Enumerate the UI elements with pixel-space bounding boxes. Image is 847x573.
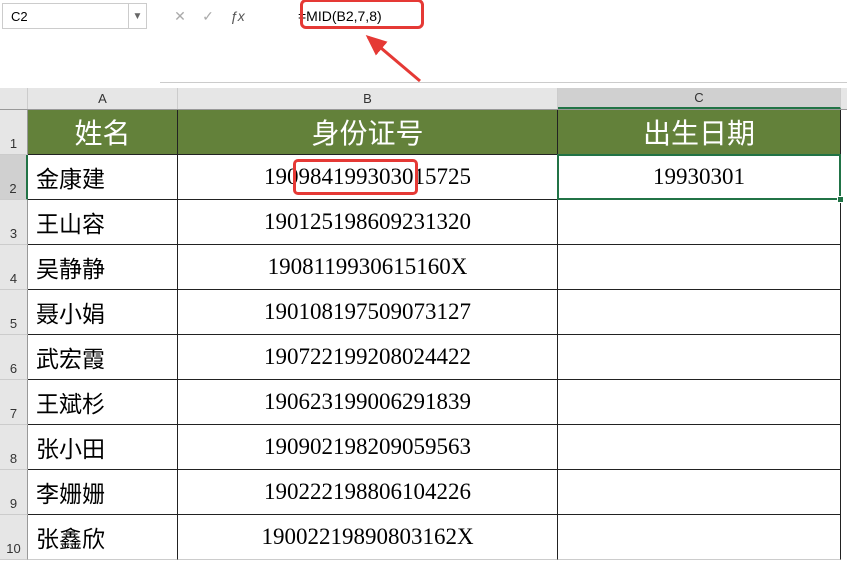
cell-id[interactable]: 190623199006291839 bbox=[178, 380, 558, 425]
formula-text: =MID(B2,7,8) bbox=[298, 8, 382, 24]
table-row: 5 聂小娟 190108197509073127 bbox=[0, 290, 847, 335]
row-header[interactable]: 2 bbox=[0, 155, 28, 200]
row-header[interactable]: 10 bbox=[0, 515, 28, 560]
enter-formula-button[interactable]: ✓ bbox=[198, 6, 218, 26]
row-header[interactable]: 6 bbox=[0, 335, 28, 380]
cell-name[interactable]: 武宏霞 bbox=[28, 335, 178, 380]
data-grid: 1 姓名 身份证号 出生日期 2 金康建 190984199303015725 … bbox=[0, 110, 847, 560]
row-header[interactable]: 5 bbox=[0, 290, 28, 335]
cell-name[interactable]: 吴静静 bbox=[28, 245, 178, 290]
table-header-row: 1 姓名 身份证号 出生日期 bbox=[0, 110, 847, 155]
cell-id[interactable]: 190984199303015725 bbox=[178, 155, 558, 200]
select-all-corner[interactable] bbox=[0, 88, 28, 109]
table-row: 9 李姗姗 190222198806104226 bbox=[0, 470, 847, 515]
cell-birthdate[interactable] bbox=[558, 515, 841, 560]
header-cell-name[interactable]: 姓名 bbox=[28, 110, 178, 155]
annotation-arrow-icon bbox=[360, 33, 430, 88]
cell-name[interactable]: 金康建 bbox=[28, 155, 178, 200]
cell-birthdate[interactable] bbox=[558, 335, 841, 380]
table-row: 10 张鑫欣 19002219890803162X bbox=[0, 515, 847, 560]
cell-id[interactable]: 19002219890803162X bbox=[178, 515, 558, 560]
cell-id[interactable]: 190722199208024422 bbox=[178, 335, 558, 380]
column-header-B[interactable]: B bbox=[178, 88, 558, 109]
table-row: 4 吴静静 19081199306151​60X bbox=[0, 245, 847, 290]
formula-toolbar: ✕ ✓ ƒx bbox=[170, 3, 249, 29]
column-header-C[interactable]: C bbox=[558, 88, 841, 109]
cell-birthdate[interactable] bbox=[558, 290, 841, 335]
table-row: 2 金康建 190984199303015725 19930301 bbox=[0, 155, 847, 200]
table-row: 8 张小田 190902198209059563 bbox=[0, 425, 847, 470]
table-row: 6 武宏霞 190722199208024422 bbox=[0, 335, 847, 380]
fx-icon[interactable]: ƒx bbox=[230, 8, 245, 24]
header-cell-id[interactable]: 身份证号 bbox=[178, 110, 558, 155]
cell-name[interactable]: 王斌杉 bbox=[28, 380, 178, 425]
name-box-value: C2 bbox=[3, 9, 128, 24]
cell-name[interactable]: 王山容 bbox=[28, 200, 178, 245]
cell-birthdate[interactable] bbox=[558, 200, 841, 245]
cell-name[interactable]: 张小田 bbox=[28, 425, 178, 470]
name-box[interactable]: C2 ▼ bbox=[2, 3, 147, 29]
row-header[interactable]: 9 bbox=[0, 470, 28, 515]
row-header[interactable]: 3 bbox=[0, 200, 28, 245]
table-row: 7 王斌杉 190623199006291839 bbox=[0, 380, 847, 425]
column-headers: A B C bbox=[0, 88, 847, 110]
cell-birthdate[interactable] bbox=[558, 245, 841, 290]
formula-bar[interactable]: =MID(B2,7,8) bbox=[290, 3, 840, 29]
formula-bar-divider bbox=[160, 82, 847, 83]
cell-birthdate[interactable] bbox=[558, 380, 841, 425]
cell-id[interactable]: 190222198806104226 bbox=[178, 470, 558, 515]
row-header[interactable]: 1 bbox=[0, 110, 28, 155]
cell-name[interactable]: 张鑫欣 bbox=[28, 515, 178, 560]
cell-birthdate[interactable] bbox=[558, 425, 841, 470]
chevron-down-icon[interactable]: ▼ bbox=[128, 4, 146, 28]
row-header[interactable]: 4 bbox=[0, 245, 28, 290]
cancel-formula-button[interactable]: ✕ bbox=[170, 6, 190, 26]
cell-birthdate[interactable] bbox=[558, 470, 841, 515]
cell-name[interactable]: 聂小娟 bbox=[28, 290, 178, 335]
cell-name[interactable]: 李姗姗 bbox=[28, 470, 178, 515]
spreadsheet-grid: A B C 1 姓名 身份证号 出生日期 2 金康建 1909841993030… bbox=[0, 88, 847, 560]
cell-id[interactable]: 190125198609231320 bbox=[178, 200, 558, 245]
row-header[interactable]: 7 bbox=[0, 380, 28, 425]
cell-id[interactable]: 190902198209059563 bbox=[178, 425, 558, 470]
cell-id[interactable]: 19081199306151​60X bbox=[178, 245, 558, 290]
table-row: 3 王山容 190125198609231320 bbox=[0, 200, 847, 245]
row-header[interactable]: 8 bbox=[0, 425, 28, 470]
header-cell-birthdate[interactable]: 出生日期 bbox=[558, 110, 841, 155]
cell-id[interactable]: 190108197509073127 bbox=[178, 290, 558, 335]
cell-birthdate[interactable]: 19930301 bbox=[558, 155, 841, 200]
column-header-A[interactable]: A bbox=[28, 88, 178, 109]
